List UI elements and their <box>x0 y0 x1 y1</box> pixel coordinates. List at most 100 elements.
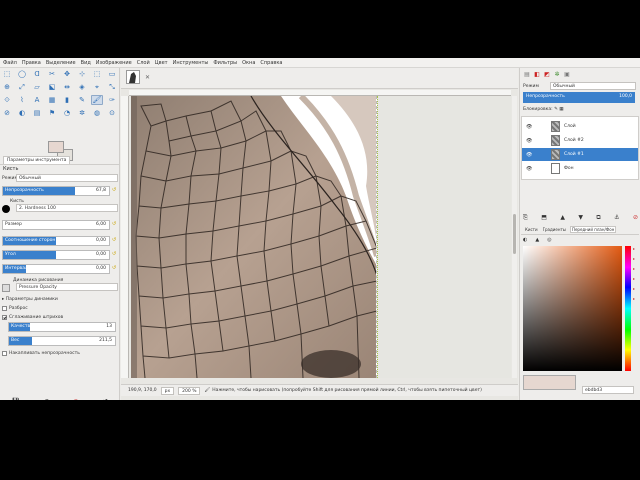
eye-icon[interactable]: 👁 <box>526 124 532 130</box>
smooth-row[interactable]: Сглаживание штрихов <box>2 313 118 322</box>
layer-row[interactable]: 👁 Фон <box>522 162 638 175</box>
align-tool-icon[interactable]: ⊹ <box>76 69 88 79</box>
ellipse-select-tool-icon[interactable]: ◯ <box>16 69 28 79</box>
anchor-layer-icon[interactable]: ⚓ <box>614 214 619 222</box>
aspect-slider[interactable]: Соотношение сторон 0,00 <box>2 236 110 246</box>
cage-tool-icon[interactable]: ◈ <box>76 82 88 92</box>
lock-alpha-icon[interactable]: ▦ <box>559 107 563 112</box>
blur-tool-icon[interactable]: ◔ <box>61 108 73 118</box>
tab-brushes[interactable]: Кисти <box>524 227 539 232</box>
layer-row[interactable]: 👁 Слой #1 <box>522 148 638 161</box>
zoom-tool-icon[interactable]: ⊕ <box>1 82 13 92</box>
tab-gradients[interactable]: Градиенты <box>542 227 567 232</box>
menu-color[interactable]: Цвет <box>155 60 168 66</box>
foreground-color-swatch[interactable] <box>48 141 64 153</box>
jitter-row[interactable]: Разброс <box>2 304 118 313</box>
units-select[interactable]: px <box>160 386 175 395</box>
close-image-tab-icon[interactable]: ✕ <box>145 74 150 81</box>
layer-row[interactable]: 👁 Слой <box>522 120 638 133</box>
brush-preview-icon[interactable] <box>2 204 10 213</box>
shear-tool-icon[interactable]: ▱ <box>31 82 43 92</box>
rect-select-tool-icon[interactable]: ⬚ <box>1 69 13 79</box>
gradient-tool-icon[interactable]: ▮ <box>61 95 73 105</box>
perspective-tool-icon[interactable]: ⬕ <box>46 82 58 92</box>
tab-tool-options[interactable]: Параметры инструмента <box>3 156 71 164</box>
cmyk-selector-icon[interactable]: ▲ <box>535 237 539 243</box>
save-options-icon[interactable]: 💾 <box>12 398 19 401</box>
paintbrush-tool-icon[interactable]: 🖌 <box>91 95 103 105</box>
size-slider[interactable]: Размер 6,00 <box>2 220 110 230</box>
size-reset-icon[interactable]: ↺ <box>112 221 119 228</box>
delete-options-icon[interactable]: ⊘ <box>73 398 78 401</box>
paths-tool-icon[interactable]: ⌇ <box>16 95 28 105</box>
dynamics-params-row[interactable]: ▸ Параметры динамики <box>2 295 118 304</box>
menu-tools[interactable]: Инструменты <box>173 60 209 66</box>
wheel-selector-icon[interactable]: ◎ <box>547 237 551 243</box>
crop-tool-icon[interactable]: ⬚ <box>91 69 103 79</box>
airbrush-tool-icon[interactable]: ✑ <box>106 95 118 105</box>
smooth-checkbox[interactable] <box>2 315 7 320</box>
menu-layer[interactable]: Слой <box>137 60 150 66</box>
incremental-checkbox[interactable] <box>2 351 7 356</box>
mode-select[interactable]: Обычный <box>16 174 118 182</box>
menu-edit[interactable]: Правка <box>22 60 41 66</box>
tab-fg-bg[interactable]: Передний план/Фон <box>569 226 617 233</box>
rotate-tool-icon[interactable]: ▭ <box>106 69 118 79</box>
vertical-scrollbar[interactable] <box>512 96 517 378</box>
aspect-reset-icon[interactable]: ↺ <box>112 237 119 244</box>
heal-tool-icon[interactable]: ⚑ <box>46 108 58 118</box>
weight-slider[interactable]: Вес 211,5 <box>8 336 116 346</box>
text-tool-icon[interactable]: A <box>31 95 43 105</box>
image-canvas[interactable] <box>131 96 377 378</box>
current-color-swatch[interactable] <box>523 375 576 390</box>
new-group-icon[interactable]: ⬒ <box>541 214 547 222</box>
move-tool-icon[interactable]: ✥ <box>61 69 73 79</box>
scissors-tool-icon[interactable]: ✂ <box>46 69 58 79</box>
menu-file[interactable]: Файл <box>3 60 17 66</box>
dynamics-params-expander[interactable]: ▸ Параметры динамики <box>2 297 58 302</box>
pencil-tool-icon[interactable]: ✎ <box>76 95 88 105</box>
hex-input[interactable]: ebdbd3 <box>582 386 634 394</box>
spacing-reset-icon[interactable]: ↺ <box>112 265 119 272</box>
layer-opacity-slider[interactable]: Непрозрачность 100,0 <box>523 92 635 103</box>
eye-icon[interactable]: 👁 <box>526 152 532 158</box>
dodge-burn-tool-icon[interactable]: ◍ <box>91 108 103 118</box>
delete-layer-icon[interactable]: ⊘ <box>633 214 638 222</box>
duplicate-layer-icon[interactable]: ⧉ <box>596 214 600 222</box>
layer-mode-select[interactable]: Обычный <box>550 82 636 90</box>
angle-slider[interactable]: Угол 0,00 <box>2 250 110 260</box>
canvas-viewport[interactable] <box>130 96 511 378</box>
layer-row[interactable]: 👁 Слой #2 <box>522 134 638 147</box>
zoom-select[interactable]: 200 % <box>178 386 201 395</box>
fuzzy-select-tool-icon[interactable]: ⟐ <box>1 95 13 105</box>
incremental-row[interactable]: Накапливать непрозрачность <box>2 349 118 358</box>
eye-icon[interactable]: 👁 <box>526 138 532 144</box>
flip-tool-icon[interactable]: ⇹ <box>61 82 73 92</box>
dynamics-preview-icon[interactable] <box>2 283 10 292</box>
reset-options-icon[interactable]: ↺ <box>103 398 108 401</box>
restore-options-icon[interactable]: ↶ <box>44 398 49 401</box>
smudge-tool-icon[interactable]: ✲ <box>76 108 88 118</box>
dynamics-select[interactable]: Pressure Opacity <box>16 283 118 291</box>
color-picker-area[interactable] <box>523 246 622 371</box>
hue-strip[interactable] <box>625 246 631 371</box>
free-select-tool-icon[interactable]: ᗡ <box>31 69 43 79</box>
reset-icon[interactable]: ↺ <box>112 187 119 194</box>
warp-tool-icon[interactable]: ⤡ <box>106 82 118 92</box>
measure-tool-icon[interactable]: ⌖ <box>91 82 103 92</box>
undo-history-tab-icon[interactable]: ✲ <box>553 70 561 78</box>
spacing-slider[interactable]: Интервал 0,00 <box>2 264 110 274</box>
menu-view[interactable]: Вид <box>81 60 91 66</box>
jitter-checkbox[interactable] <box>2 306 7 311</box>
vertical-ruler[interactable] <box>121 96 129 378</box>
layers-tab-icon[interactable]: ▤ <box>523 70 531 78</box>
paths-tab-icon[interactable]: ◩ <box>543 70 551 78</box>
menu-windows[interactable]: Окна <box>242 60 255 66</box>
vertical-scrollbar-thumb[interactable] <box>513 214 516 254</box>
eraser-tool-icon[interactable]: ⊘ <box>1 108 13 118</box>
quality-slider[interactable]: Качество 13 <box>8 322 116 332</box>
gimp-selector-icon[interactable]: ◐ <box>523 237 527 243</box>
channels-tab-icon[interactable]: ◧ <box>533 70 541 78</box>
color-picker-tool-icon[interactable]: ⊙ <box>106 108 118 118</box>
brush-select[interactable]: 2. Hardness 100 <box>16 204 118 212</box>
